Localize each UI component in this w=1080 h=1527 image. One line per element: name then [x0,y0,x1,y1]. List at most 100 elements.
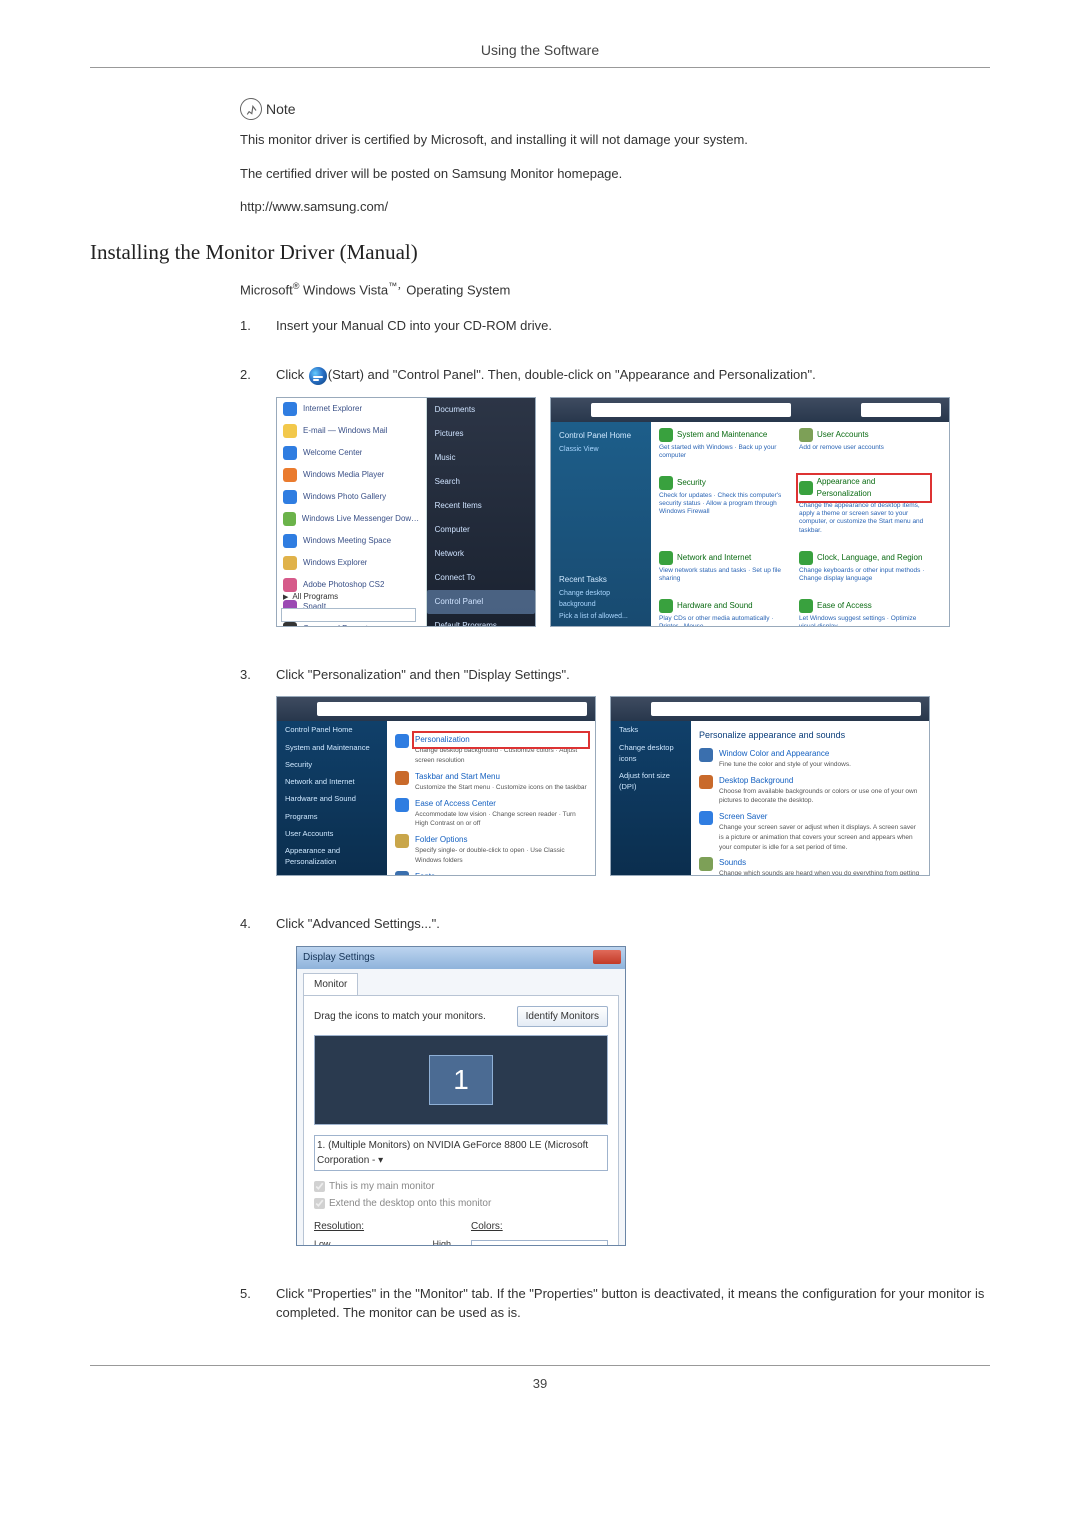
step-4-num: 4. [240,914,258,934]
resolution-label: Resolution: [314,1221,364,1232]
colors-label: Colors: [471,1221,503,1232]
start-menu-item: Windows Meeting Space [277,530,426,552]
note-block: Note This monitor driver is certified by… [240,98,990,217]
step-4-text: Click "Advanced Settings...". [276,914,990,934]
start-menu-right-item: Default Programs [427,614,535,627]
start-menu-item: E-mail — Windows Mail [277,420,426,442]
screenshot-appearance-personalization: Control Panel HomeSystem and Maintenance… [276,696,596,876]
page-number: 39 [90,1365,990,1394]
pz-item: FontsInstall or remove a font [395,871,587,877]
step-5-text: Click "Properties" in the "Monitor" tab.… [276,1284,990,1323]
start-menu-item: Welcome Center [277,442,426,464]
start-menu-right-item: Control Panel [427,590,535,614]
pz-item: Folder OptionsSpecify single- or double-… [395,834,587,866]
personalization-heading: Personalize appearance and sounds [699,729,921,743]
start-menu-item: Internet Explorer [277,398,426,420]
step-2-text: Click (Start) and "Control Panel". Then,… [276,365,990,385]
step-1-text: Insert your Manual CD into your CD-ROM d… [276,316,990,336]
start-menu-right-item: Documents [427,398,535,422]
cp-side-recent-heading: Recent Tasks [551,566,651,588]
start-menu-search [281,608,416,622]
pz-side-item: Security [277,756,387,773]
note-icon [238,96,263,121]
section-subtitle: Microsoft® Windows Vista™，Operating Syst… [240,280,990,300]
slider-high: High [432,1238,451,1246]
cp-category: Clock, Language, and RegionChange keyboa… [799,551,929,595]
start-menu-right-item: Music [427,446,535,470]
cp-category: SecurityCheck for updates · Check this c… [659,476,789,547]
close-icon [593,950,621,964]
pz-side-item: Programs [277,808,387,825]
pz-item: Taskbar and Start MenuCustomize the Star… [395,771,587,793]
start-menu-item: Windows Photo Gallery [277,486,426,508]
pz-side-item: Change desktop icons [611,739,691,768]
note-line-2: The certified driver will be posted on S… [240,164,990,184]
pz-item: PersonalizationChange desktop background… [395,734,587,766]
pz-side-item: System and Maintenance [277,739,387,756]
pz-item: Desktop BackgroundChoose from available … [699,775,921,807]
start-menu-item: Windows Explorer [277,552,426,574]
slider-low: Low [314,1238,331,1246]
drag-instruction: Drag the icons to match your monitors. [314,1009,486,1024]
step-5: 5. Click "Properties" in the "Monitor" t… [240,1284,990,1335]
cp-category: Hardware and SoundPlay CDs or other medi… [659,599,789,627]
pz-side-item: Tasks [611,721,691,738]
pz-side-item: Hardware and Sound [277,790,387,807]
cp-side-heading: Control Panel Home [551,422,651,444]
extend-desktop-checkbox: Extend the desktop onto this monitor [314,1196,608,1211]
start-menu-right-item: Connect To [427,566,535,590]
cp-category: System and MaintenanceGet started with W… [659,428,789,472]
pz-side-item: User Accounts [277,825,387,842]
step-1: 1. Insert your Manual CD into your CD-RO… [240,316,990,348]
step-3-num: 3. [240,665,258,685]
screenshot-display-settings: Display Settings Monitor Drag the icons … [296,946,626,1246]
start-menu-right-item: Recent Items [427,494,535,518]
cp-category: Ease of AccessLet Windows suggest settin… [799,599,929,627]
dialog-title: Display Settings [303,950,375,965]
pz-item: Window Color and AppearanceFine tune the… [699,748,921,770]
monitor-tab: Monitor [303,973,358,995]
pz-side-item: Network and Internet [277,773,387,790]
start-orb-icon [309,367,327,385]
start-menu-item: Windows Media Player [277,464,426,486]
monitor-select: 1. (Multiple Monitors) on NVIDIA GeForce… [314,1135,608,1171]
all-programs: All Programs [283,591,338,604]
cp-side-recent-1: Pick a list of allowed... [551,611,651,624]
monitor-thumbnail: 1 [429,1055,493,1105]
cp-side-recent-0: Change desktop background [551,588,651,611]
pz-side-item: Appearance and Personalization [277,842,387,871]
note-url: http://www.samsung.com/ [240,197,990,217]
colors-select: Highest (32 bit) [471,1240,608,1246]
step-1-num: 1. [240,316,258,336]
screenshot-personalization: TasksChange desktop iconsAdjust font siz… [610,696,930,876]
start-menu-right-item: Search [427,470,535,494]
cp-category: User AccountsAdd or remove user accounts [799,428,929,472]
start-menu-right-item: Computer [427,518,535,542]
step-2-num: 2. [240,365,258,385]
section-heading: Installing the Monitor Driver (Manual) [90,237,990,269]
identify-monitors-button: Identify Monitors [517,1006,608,1027]
step-3: 3. Click "Personalization" and then "Dis… [240,665,990,897]
start-menu-right-item: Network [427,542,535,566]
start-menu-item: Windows Live Messenger Download [277,508,426,530]
step-4: 4. Click "Advanced Settings...". Display… [240,914,990,1266]
pz-item: Ease of Access CenterAccommodate low vis… [395,798,587,830]
pz-side-item: Clock, Language, and Region [277,871,387,877]
page-header: Using the Software [90,40,990,68]
screenshot-control-panel: Control Panel Home Classic View Recent T… [550,397,950,627]
cp-category: Network and InternetView network status … [659,551,789,595]
pz-item: Screen SaverChange your screen saver or … [699,811,921,852]
step-3-text: Click "Personalization" and then "Displa… [276,665,990,685]
note-label: Note [266,99,296,120]
step-5-num: 5. [240,1284,258,1304]
step-2: 2. Click (Start) and "Control Panel". Th… [240,365,990,647]
cp-side-classic: Classic View [551,444,651,457]
pz-side-item: Control Panel Home [277,721,387,738]
pz-item: SoundsChange which sounds are heard when… [699,857,921,876]
cp-category: Appearance and PersonalizationChange the… [799,476,929,547]
start-menu-right-item: Pictures [427,422,535,446]
note-line-1: This monitor driver is certified by Micr… [240,130,990,150]
screenshot-start-menu: Internet ExplorerE-mail — Windows MailWe… [276,397,536,627]
pz-side-item: Adjust font size (DPI) [611,767,691,796]
main-monitor-checkbox: This is my main monitor [314,1179,608,1194]
